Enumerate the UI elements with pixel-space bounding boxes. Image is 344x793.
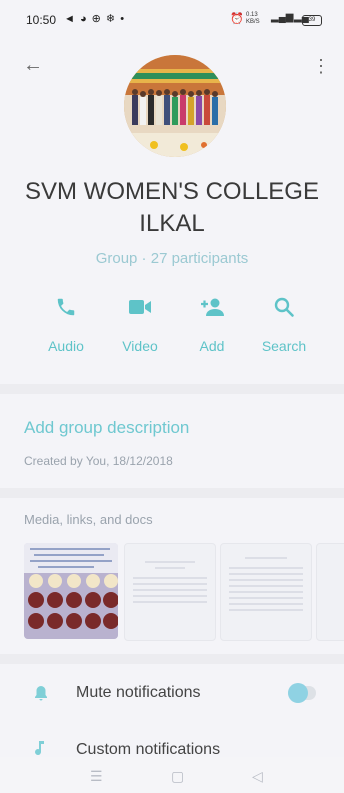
status-bar: 10:50 ◄ ◕ ⊕ ❄ • ⏰ 0.13 KB/S ▂▄▆ ▂▄ 39 [0,0,344,40]
group-title-line2: ILKAL [139,210,205,237]
section-divider [0,488,344,498]
phone-icon [36,296,96,326]
status-time: 10:50 [26,13,57,27]
media-thumbnail[interactable] [24,543,118,639]
section-divider [0,384,344,394]
section-divider [0,654,344,664]
search-label: Search [261,338,307,354]
media-document-thumbnail[interactable] [316,543,344,641]
audio-call-button[interactable]: Audio [36,296,96,354]
mute-notifications-label: Mute notifications [76,684,201,701]
group-avatar[interactable] [124,55,226,157]
document-preview [133,561,207,603]
media-section-title[interactable]: Media, links, and docs [24,512,153,527]
document-preview [229,557,303,611]
add-person-icon [182,296,242,326]
media-document-thumbnail[interactable] [220,543,312,641]
notification-icons: ◄ ◕ ⊕ ❄ • [64,13,126,25]
video-label: Video [122,338,158,354]
video-icon [110,296,170,326]
add-label: Add [199,338,225,354]
created-by-text: Created by You, 18/12/2018 [24,454,173,468]
back-button[interactable]: ← [20,52,46,78]
group-photo-image [124,55,226,157]
back-nav-icon[interactable]: ◁ [252,768,263,785]
group-title: SVM WOMEN'S COLLEGE ILKAL [0,176,344,240]
group-subtitle: Group · 27 participants [95,250,249,267]
audio-label: Audio [48,338,84,354]
more-options-button[interactable]: ⋮ [312,54,330,78]
group-title-line1: SVM WOMEN'S COLLEGE [25,178,319,205]
add-description-link[interactable]: Add group description [24,418,189,438]
search-button[interactable]: Search [254,296,314,354]
add-participant-button[interactable]: Add [182,296,242,354]
battery-icon: 39 [302,15,322,26]
media-document-thumbnail[interactable] [124,543,216,641]
recent-apps-icon[interactable]: ☰ [90,768,103,785]
mute-toggle-knob[interactable] [288,683,308,703]
signal-icon: ▂▄▆ [271,12,294,23]
home-icon[interactable]: ▢ [171,768,184,785]
search-icon [254,296,314,326]
video-call-button[interactable]: Video [110,296,170,354]
media-image-cupcakes [24,543,118,639]
network-speed: 0.13 KB/S [246,12,260,25]
alarm-icon: ⏰ [230,13,244,25]
bell-icon [34,685,48,706]
